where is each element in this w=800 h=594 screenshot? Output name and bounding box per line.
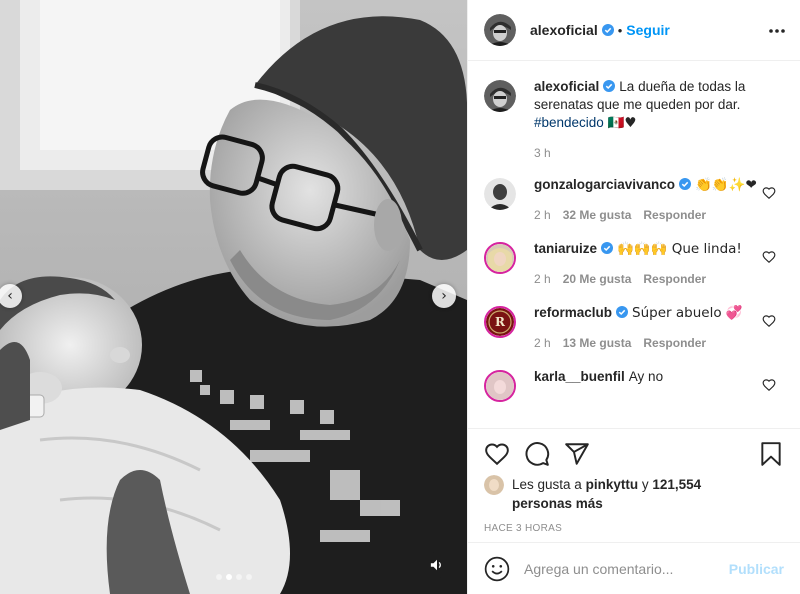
caption-emoji: 🇲🇽♥ bbox=[607, 115, 637, 131]
avatar[interactable] bbox=[484, 370, 516, 402]
verified-icon bbox=[679, 178, 692, 190]
likes-prefix: Les gusta a bbox=[512, 477, 582, 492]
caption: alexoficial La dueña de todas la serenata… bbox=[484, 78, 784, 162]
avatar[interactable] bbox=[484, 242, 516, 274]
action-icons bbox=[484, 439, 784, 469]
comment-icon[interactable] bbox=[524, 441, 550, 467]
post-details-panel: alexoficial • Seguir alexoficial La dueñ… bbox=[467, 0, 800, 594]
verified-icon bbox=[601, 24, 614, 36]
comment-meta: 2 h 32 Me gusta Responder bbox=[534, 206, 764, 224]
next-slide-button[interactable]: › bbox=[432, 284, 456, 308]
comment-item: gonzalogarciavivanco 👏👏✨❤ 2 h 32 Me gusta… bbox=[484, 176, 784, 224]
post-timestamp[interactable]: HACE 3 HORAS bbox=[484, 523, 784, 534]
publish-button[interactable]: Publicar bbox=[729, 561, 784, 577]
post-photo[interactable]: ‹ › bbox=[0, 0, 467, 594]
likes-joiner: y bbox=[641, 477, 649, 492]
post-actions: Les gusta a pinkyttu y 121,554 personas … bbox=[468, 428, 800, 534]
author-username[interactable]: alexoficial bbox=[530, 22, 598, 38]
more-icon[interactable] bbox=[768, 22, 786, 40]
emoji-icon[interactable] bbox=[484, 556, 510, 582]
avatar[interactable] bbox=[484, 14, 516, 46]
comment-likes[interactable]: 13 Me gusta bbox=[563, 334, 632, 352]
verified-icon bbox=[603, 80, 616, 92]
comment-text: 🙌🙌🙌 Que linda! bbox=[617, 241, 742, 257]
comment-username[interactable]: gonzalogarciavivanco bbox=[534, 177, 675, 192]
carousel-dot-active bbox=[225, 574, 232, 580]
reply-button[interactable]: Responder bbox=[643, 270, 706, 288]
comment-likes[interactable]: 20 Me gusta bbox=[563, 270, 632, 288]
share-icon[interactable] bbox=[564, 441, 590, 467]
comment-body: reformaclub Súper abuelo 💞 2 h 13 Me gust… bbox=[534, 304, 764, 352]
follow-button[interactable]: Seguir bbox=[626, 22, 670, 38]
heart-icon[interactable] bbox=[762, 250, 776, 264]
comment-time[interactable]: 2 h bbox=[534, 270, 551, 288]
avatar-letter: R bbox=[495, 315, 506, 329]
carousel-dot bbox=[215, 574, 222, 580]
chevron-right-icon: › bbox=[441, 288, 447, 304]
likes-summary: Les gusta a pinkyttu y 121,554 personas … bbox=[484, 475, 784, 513]
likes-text: Les gusta a pinkyttu y 121,554 personas … bbox=[512, 475, 702, 513]
caption-body: alexoficial La dueña de todas la serenata… bbox=[534, 78, 784, 162]
photo-image bbox=[0, 0, 467, 594]
avatar[interactable] bbox=[484, 80, 516, 112]
heart-icon[interactable] bbox=[484, 441, 510, 467]
carousel-dot bbox=[235, 574, 242, 580]
comment-time[interactable]: 2 h bbox=[534, 334, 551, 352]
reply-button[interactable]: Responder bbox=[643, 334, 706, 352]
comment-body: taniaruize 🙌🙌🙌 Que linda! 2 h 20 Me gusta… bbox=[534, 240, 764, 288]
heart-icon[interactable] bbox=[762, 186, 776, 200]
instagram-post-modal: ‹ › alexoficial • Seguir alexoficial La … bbox=[0, 0, 800, 594]
caption-meta: 3 h bbox=[534, 144, 784, 162]
bookmark-icon[interactable] bbox=[758, 441, 784, 467]
avatar[interactable]: R bbox=[484, 306, 516, 338]
comment-username[interactable]: karla__buenfil bbox=[534, 369, 625, 384]
comment-text: 👏👏✨❤ bbox=[695, 177, 757, 193]
separator-dot: • bbox=[617, 22, 623, 38]
verified-icon bbox=[616, 306, 629, 318]
caption-time[interactable]: 3 h bbox=[534, 144, 551, 162]
chevron-left-icon: ‹ bbox=[7, 288, 13, 304]
comments-list[interactable]: alexoficial La dueña de todas la serenata… bbox=[468, 62, 800, 428]
add-comment-bar: Publicar bbox=[468, 542, 800, 594]
comment-username[interactable]: taniaruize bbox=[534, 241, 597, 256]
comment-item: karla__buenfil Ay no bbox=[484, 368, 784, 402]
comment-item: taniaruize 🙌🙌🙌 Que linda! 2 h 20 Me gusta… bbox=[484, 240, 784, 288]
post-header: alexoficial • Seguir bbox=[468, 0, 800, 61]
caption-username[interactable]: alexoficial bbox=[534, 79, 599, 94]
comment-meta: 2 h 13 Me gusta Responder bbox=[534, 334, 764, 352]
comment-likes[interactable]: 32 Me gusta bbox=[563, 206, 632, 224]
comment-meta: 2 h 20 Me gusta Responder bbox=[534, 270, 764, 288]
comment-text: Súper abuelo 💞 bbox=[632, 305, 743, 321]
volume-icon bbox=[430, 559, 441, 571]
carousel-indicators bbox=[0, 574, 467, 580]
heart-icon[interactable] bbox=[762, 314, 776, 328]
carousel-dot bbox=[245, 574, 252, 580]
comment-input[interactable] bbox=[524, 560, 729, 577]
caption-hashtag[interactable]: #bendecido bbox=[534, 115, 604, 130]
comment-username[interactable]: reformaclub bbox=[534, 305, 612, 320]
avatar[interactable] bbox=[484, 475, 504, 495]
comment-body: karla__buenfil Ay no bbox=[534, 368, 764, 402]
comment-item: R reformaclub Súper abuelo 💞 2 h 13 Me gu… bbox=[484, 304, 784, 352]
comment-text: Ay no bbox=[628, 369, 664, 384]
comment-body: gonzalogarciavivanco 👏👏✨❤ 2 h 32 Me gusta… bbox=[534, 176, 764, 224]
likes-user[interactable]: pinkyttu bbox=[586, 477, 639, 492]
verified-icon bbox=[601, 242, 614, 254]
avatar[interactable] bbox=[484, 178, 516, 210]
reply-button[interactable]: Responder bbox=[643, 206, 706, 224]
heart-icon[interactable] bbox=[762, 378, 776, 392]
sound-toggle-button[interactable] bbox=[424, 552, 450, 578]
comment-time[interactable]: 2 h bbox=[534, 206, 551, 224]
